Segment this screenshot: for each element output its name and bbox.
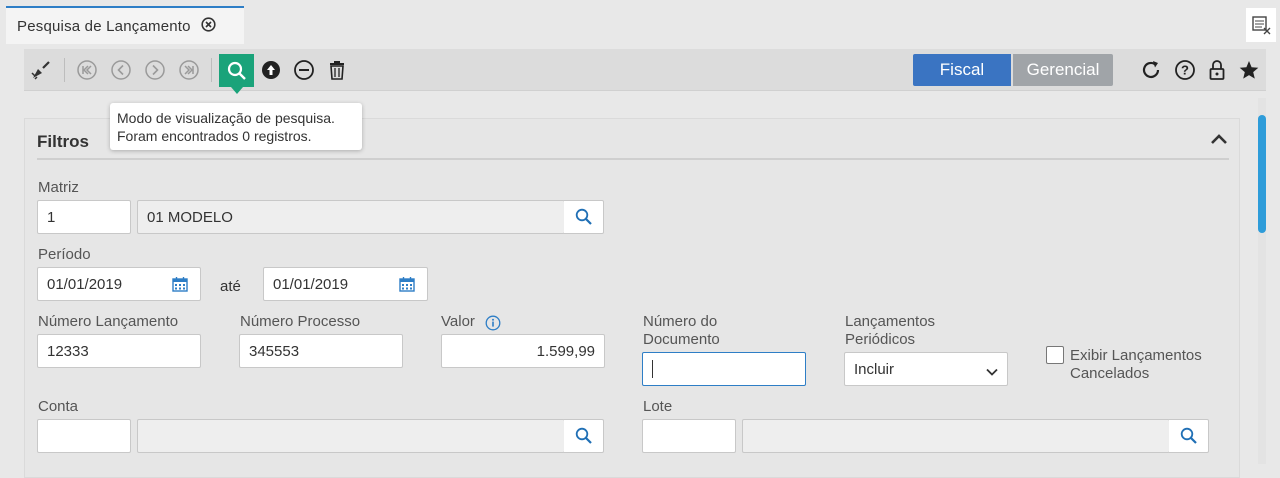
chevron-down-icon [985, 364, 999, 381]
valor-label: Valor [441, 313, 475, 330]
valor-input[interactable]: 1.599,99 [441, 334, 605, 368]
lancamentos-periodicos-select[interactable]: Incluir [844, 352, 1008, 386]
periodo-label: Período [38, 246, 91, 263]
periodo-end-input[interactable]: 01/01/2019 [263, 267, 428, 301]
conta-name-field [137, 419, 565, 453]
periodo-connector: até [220, 278, 241, 295]
lote-label: Lote [643, 398, 673, 415]
previous-record-icon[interactable] [108, 57, 134, 83]
lote-code-input[interactable] [642, 419, 736, 453]
last-record-icon[interactable] [176, 57, 202, 83]
scrollbar-thumb[interactable] [1258, 115, 1266, 233]
filters-divider [37, 158, 1229, 160]
fiscal-segment-button[interactable]: Fiscal [913, 54, 1011, 86]
conta-label: Conta [38, 398, 79, 415]
refresh-icon[interactable] [1138, 57, 1164, 83]
search-icon [227, 61, 246, 80]
star-icon[interactable] [1236, 57, 1262, 83]
calendar-icon[interactable] [172, 276, 188, 296]
matriz-name-field: 01 MODELO [137, 200, 565, 234]
tab-bar: Pesquisa de Lançamento [0, 0, 1280, 44]
conta-code-input[interactable] [37, 419, 131, 453]
next-record-icon[interactable] [142, 57, 168, 83]
periodo-start-value: 01/01/2019 [47, 275, 123, 293]
numero-documento-input[interactable] [642, 352, 806, 386]
filters-title: Filtros [37, 132, 89, 151]
exibir-cancelados-label[interactable]: Exibir Lançamentos Cancelados [1070, 347, 1202, 383]
lancamentos-periodicos-label-line2: Periódicos [845, 331, 916, 348]
numero-processo-input[interactable]: 345553 [239, 334, 403, 368]
window-close-icon [1252, 16, 1271, 35]
matriz-lookup-button[interactable] [564, 200, 604, 234]
close-tab-icon[interactable] [201, 17, 216, 35]
first-record-icon[interactable] [74, 57, 100, 83]
matriz-code-input[interactable]: 1 [37, 200, 131, 234]
tooltip-line-2: Foram encontrados 0 registros. [117, 128, 312, 144]
exibir-cancelados-label-line2: Cancelados [1070, 365, 1150, 382]
upload-icon[interactable] [258, 57, 284, 83]
broom-icon[interactable] [28, 57, 54, 83]
lancamentos-periodicos-value: Incluir [854, 360, 895, 378]
periodo-end-value: 01/01/2019 [273, 275, 349, 293]
tab-title: Pesquisa de Lançamento [17, 17, 191, 35]
text-caret [652, 360, 653, 378]
toolbar: Fiscal Gerencial ? [24, 49, 1266, 94]
lote-name-field [742, 419, 1170, 453]
exibir-cancelados-label-line1: Exibir Lançamentos [1070, 347, 1202, 364]
periodo-start-input[interactable]: 01/01/2019 [37, 267, 201, 301]
tooltip-line-1: Modo de visualização de pesquisa. [117, 110, 335, 126]
search-icon [575, 427, 592, 444]
matriz-label: Matriz [38, 179, 79, 196]
search-icon [1180, 427, 1197, 444]
gerencial-segment-button[interactable]: Gerencial [1013, 54, 1113, 86]
search-mode-tooltip: Modo de visualização de pesquisa. Foram … [110, 103, 362, 150]
conta-lookup-button[interactable] [564, 419, 604, 453]
numero-documento-label: Número do Documento [643, 313, 720, 349]
info-icon[interactable] [485, 315, 501, 336]
minus-circle-icon[interactable] [291, 57, 317, 83]
chevron-up-icon[interactable] [1209, 129, 1229, 149]
numero-lancamento-input[interactable]: 12333 [37, 334, 201, 368]
search-icon [575, 208, 592, 225]
numero-processo-label: Número Processo [240, 313, 361, 330]
svg-text:?: ? [1181, 63, 1189, 78]
filters-panel: Filtros Matriz 1 01 MODELO Período 01/01… [24, 118, 1240, 478]
numero-lancamento-label: Número Lançamento [38, 313, 179, 330]
trash-icon[interactable] [324, 57, 350, 83]
calendar-icon[interactable] [399, 276, 415, 296]
lock-icon[interactable] [1204, 57, 1230, 83]
exibir-cancelados-checkbox[interactable] [1046, 346, 1064, 364]
tab-pesquisa-lancamento[interactable]: Pesquisa de Lançamento [6, 6, 244, 44]
lancamentos-periodicos-label-line1: Lançamentos [845, 313, 936, 330]
numero-documento-label-line2: Documento [643, 331, 720, 348]
lote-lookup-button[interactable] [1169, 419, 1209, 453]
close-all-tabs-button[interactable] [1246, 8, 1276, 42]
numero-documento-label-line1: Número do [643, 313, 718, 330]
lancamentos-periodicos-label: Lançamentos Periódicos [845, 313, 935, 349]
search-mode-button[interactable] [219, 54, 254, 94]
help-icon[interactable]: ? [1172, 57, 1198, 83]
